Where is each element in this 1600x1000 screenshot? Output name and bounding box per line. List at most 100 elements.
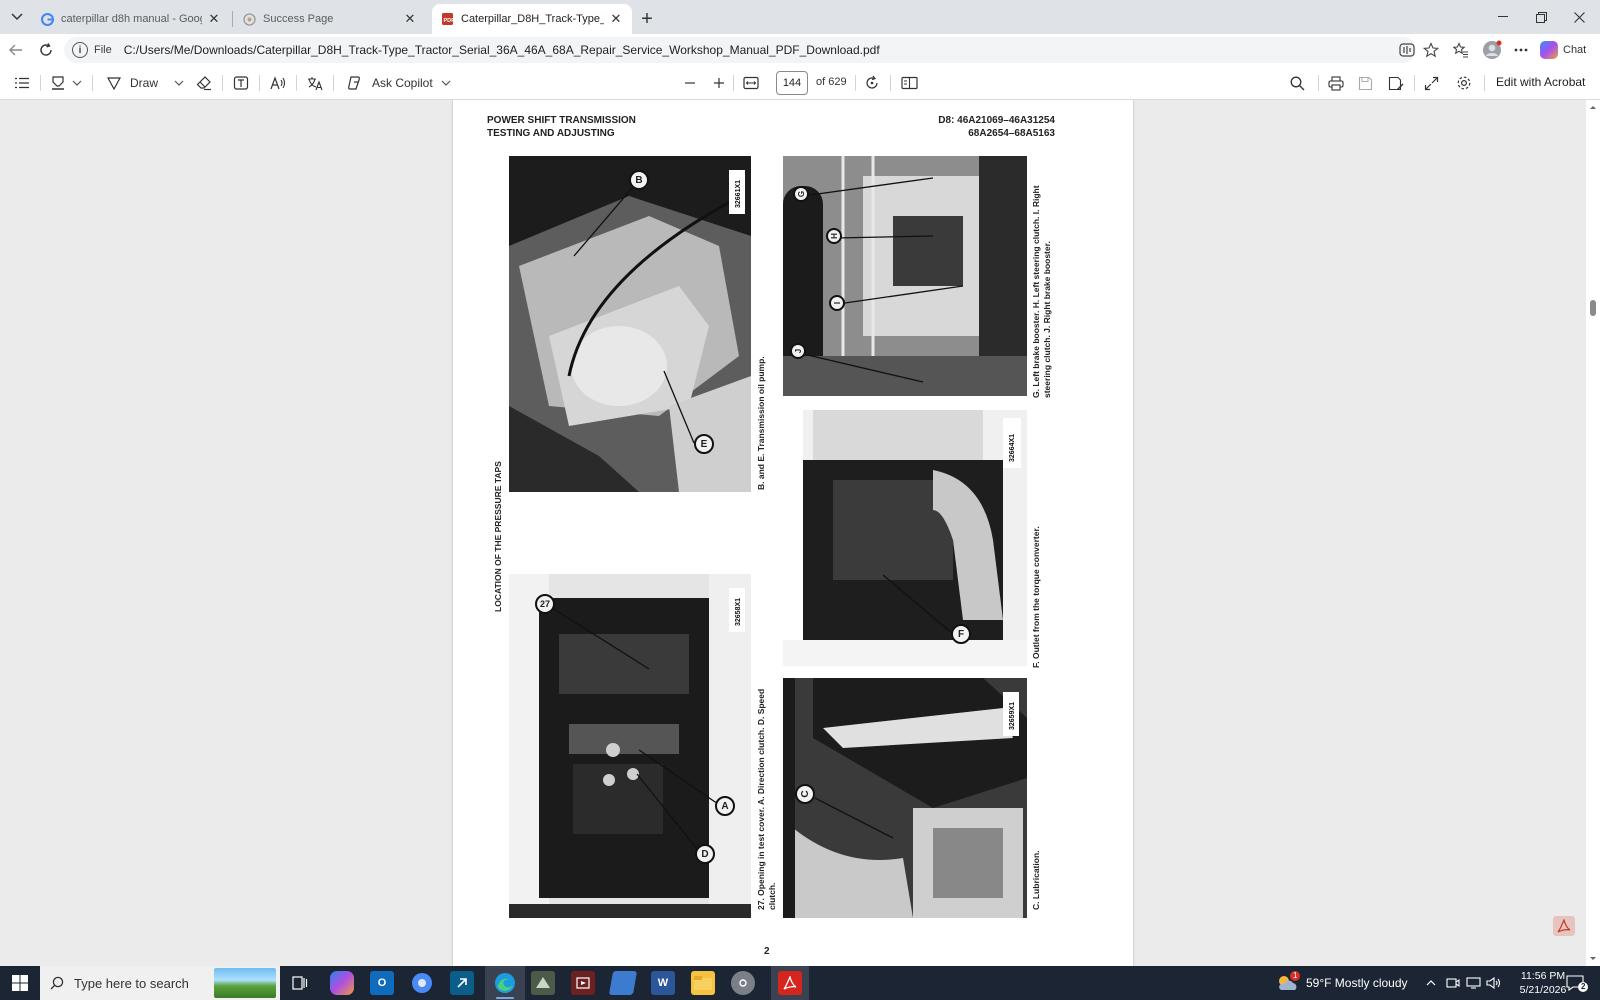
task-view-icon[interactable] — [288, 971, 312, 995]
info-icon[interactable]: i — [72, 42, 88, 58]
outlook-icon[interactable]: O — [370, 971, 394, 995]
copilot-chat-button[interactable]: Chat — [1540, 40, 1586, 60]
globe-icon — [242, 12, 256, 26]
acrobat-floating-icon[interactable] — [1553, 916, 1575, 936]
read-aloud-icon[interactable] — [1398, 41, 1416, 59]
new-tab-button[interactable]: + — [636, 8, 658, 30]
edit-with-acrobat-button[interactable]: Edit with Acrobat — [1496, 75, 1585, 89]
zoom-out-button[interactable] — [684, 73, 696, 93]
ask-copilot-button[interactable]: Ask Copilot — [347, 73, 451, 93]
highlight-button[interactable] — [50, 73, 82, 93]
fullscreen-button[interactable] — [1424, 73, 1439, 93]
vertical-scrollbar[interactable] — [1586, 100, 1600, 966]
contents-button[interactable] — [14, 73, 30, 93]
translate-button[interactable] — [307, 73, 323, 93]
print-button[interactable] — [1328, 73, 1344, 93]
close-icon[interactable]: ✕ — [402, 11, 418, 27]
url-text[interactable]: C:/Users/Me/Downloads/Caterpillar_D8H_Tr… — [124, 43, 880, 57]
eraser-icon — [196, 76, 211, 91]
photo-id-2: 32658X1 — [735, 598, 742, 626]
refresh-button[interactable] — [34, 39, 58, 61]
erase-button[interactable] — [196, 73, 212, 93]
profile-avatar-icon[interactable] — [1481, 40, 1503, 59]
edge-icon[interactable] — [493, 971, 517, 995]
callout-g: G — [793, 186, 809, 202]
taskbar-search-box[interactable]: Type here to search — [40, 966, 280, 1000]
page-number-input[interactable]: 144 — [776, 71, 808, 95]
restore-button[interactable] — [1522, 0, 1560, 34]
restore-icon — [1535, 11, 1547, 23]
close-window-button[interactable] — [1560, 0, 1598, 34]
weather-text: 59°F Mostly cloudy — [1306, 976, 1408, 990]
pdf-viewer[interactable]: POWER SHIFT TRANSMISSION TESTING AND ADJ… — [0, 100, 1600, 966]
search-icon — [1290, 76, 1305, 90]
highlighter-icon — [52, 76, 64, 90]
file-explorer-icon[interactable] — [691, 971, 715, 995]
photo-illustration: 32661X1 — [509, 156, 751, 492]
close-icon[interactable]: ✕ — [206, 11, 222, 27]
network-icon[interactable] — [1466, 966, 1481, 1000]
close-icon — [1573, 11, 1585, 23]
read-aloud-button[interactable] — [270, 73, 286, 93]
favorite-star-icon[interactable] — [1422, 41, 1440, 59]
word-icon[interactable]: W — [651, 971, 675, 995]
rotate-button[interactable] — [864, 73, 880, 93]
tab-list-button[interactable] — [6, 6, 28, 28]
zoom-in-button[interactable] — [713, 73, 725, 93]
notifications-button[interactable]: 2 — [1566, 966, 1589, 1000]
gear-icon — [1457, 76, 1471, 90]
close-icon[interactable]: ✕ — [608, 11, 624, 27]
fit-page-button[interactable] — [743, 73, 759, 93]
page-view-button[interactable] — [901, 73, 918, 93]
meet-now-icon[interactable] — [1446, 966, 1460, 1000]
chrome-icon[interactable] — [410, 971, 434, 995]
minus-icon — [685, 82, 695, 84]
favorites-icon[interactable] — [1452, 41, 1470, 59]
tab-pdf-active[interactable]: PDF Caterpillar_D8H_Track-Type_Tracto ✕ — [432, 4, 632, 34]
weather-widget[interactable]: 1 59°F Mostly cloudy — [1276, 966, 1408, 1000]
callout-j: J — [790, 343, 806, 359]
chevron-up-icon — [1426, 980, 1436, 986]
show-hidden-icons[interactable] — [1426, 966, 1436, 1000]
windows-logo-icon — [12, 975, 28, 991]
pdf-page: POWER SHIFT TRANSMISSION TESTING AND ADJ… — [453, 100, 1133, 966]
minimize-button[interactable] — [1484, 0, 1522, 34]
save-as-button[interactable] — [1388, 73, 1404, 93]
address-field[interactable]: i File C:/Users/Me/Downloads/Caterpillar… — [64, 37, 1416, 63]
header-left-line-1: POWER SHIFT TRANSMISSION — [487, 115, 636, 126]
toolbar-divider — [1318, 75, 1319, 91]
caption-brake-booster-line-1: G. Left brake booster. H. Left steering … — [1031, 185, 1041, 398]
notification-count: 2 — [1578, 982, 1589, 992]
notepad-app-icon[interactable] — [608, 971, 638, 995]
acrobat-taskbar-icon[interactable] — [778, 971, 802, 995]
tab-success-page[interactable]: Success Page ✕ — [234, 4, 426, 34]
copilot-app-icon[interactable] — [330, 971, 354, 995]
settings-app-icon[interactable] — [731, 971, 755, 995]
rotate-icon — [866, 75, 878, 89]
start-button[interactable] — [0, 966, 40, 1000]
tools-app-icon[interactable] — [531, 971, 555, 995]
back-arrow-icon — [9, 44, 22, 56]
volume-icon[interactable] — [1486, 966, 1501, 1000]
find-button[interactable] — [1290, 73, 1305, 93]
caption-test-cover-line-2: clutch. — [767, 882, 777, 910]
save-button[interactable] — [1358, 73, 1373, 93]
back-button[interactable] — [4, 39, 28, 61]
photo-torque-converter-outlet: 32664X1 F — [783, 410, 1027, 666]
scroll-up-icon[interactable] — [1586, 102, 1600, 112]
text-button[interactable] — [233, 73, 249, 93]
tab-google-search[interactable]: caterpillar d8h manual - Google Se ✕ — [32, 4, 230, 34]
more-menu-icon[interactable] — [1512, 41, 1530, 59]
page-footer-number: 2 — [764, 946, 770, 957]
callout-27: 27 — [535, 594, 555, 614]
chat-label: Chat — [1563, 44, 1587, 56]
photo-illustration: 32659X1 — [783, 678, 1027, 918]
scrollbar-thumb[interactable] — [1590, 300, 1596, 316]
photo-illustration: 32658X1 — [509, 574, 751, 918]
scroll-down-icon[interactable] — [1586, 954, 1600, 964]
draw-button[interactable]: Draw — [106, 73, 184, 93]
app-shortcut-icon[interactable] — [450, 971, 474, 995]
media-app-icon[interactable] — [571, 971, 595, 995]
pdf-icon: PDF — [440, 12, 454, 26]
settings-button[interactable] — [1456, 73, 1472, 93]
